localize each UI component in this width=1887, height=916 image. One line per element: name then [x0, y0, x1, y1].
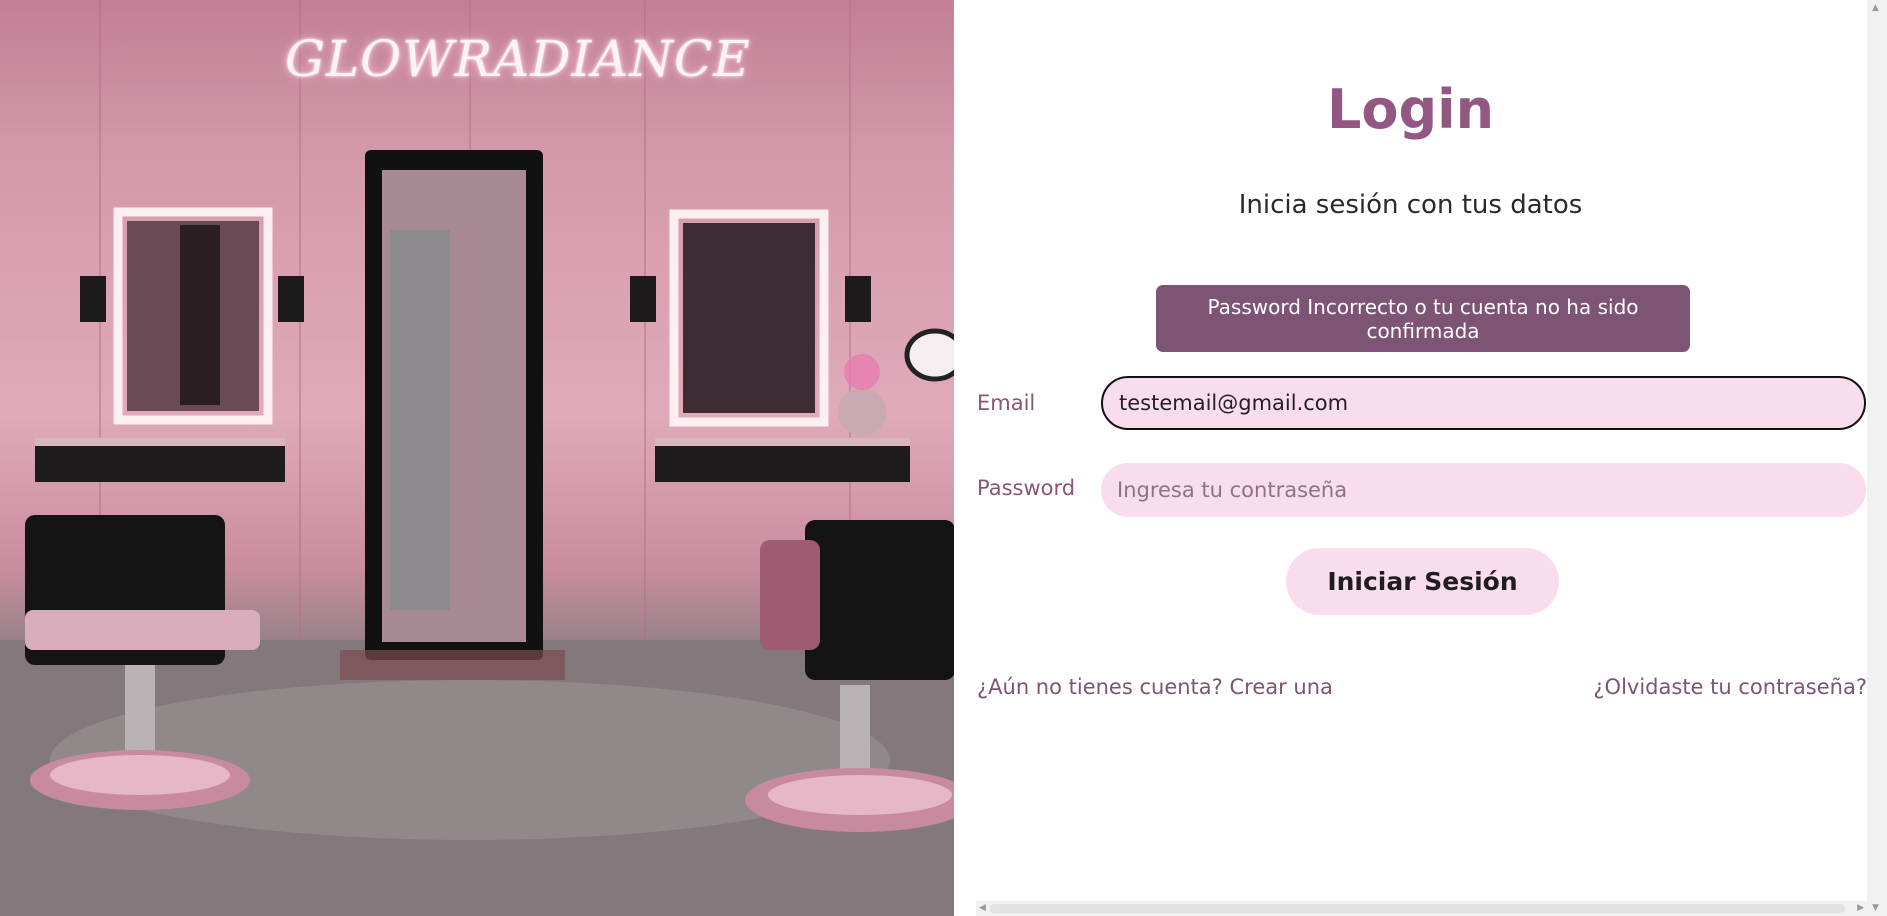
salon-illustration: [0, 0, 954, 916]
login-submit-button[interactable]: Iniciar Sesión: [1286, 548, 1559, 615]
login-page: GLOWRADIANCE Login Inicia sesión con tus…: [0, 0, 1887, 916]
triangle-up-icon[interactable]: ▲: [1872, 3, 1879, 13]
triangle-down-icon[interactable]: ▼: [1872, 903, 1879, 913]
error-alert: Password Incorrecto o tu cuenta no ha si…: [1156, 285, 1690, 352]
salon-hero-image: GLOWRADIANCE: [0, 0, 954, 916]
email-field[interactable]: [1101, 376, 1866, 430]
triangle-left-icon[interactable]: ◀: [979, 903, 986, 913]
email-label: Email: [977, 391, 1036, 415]
vertical-scrollbar[interactable]: ▲ ▼: [1867, 0, 1887, 916]
horizontal-scrollbar-thumb[interactable]: [990, 904, 1845, 913]
page-subtitle: Inicia sesión con tus datos: [1238, 190, 1583, 220]
brand-logo: GLOWRADIANCE: [285, 30, 751, 88]
password-field[interactable]: [1101, 463, 1866, 517]
triangle-right-icon[interactable]: ▶: [1857, 903, 1864, 913]
error-alert-text: Password Incorrecto o tu cuenta no ha si…: [1207, 294, 1639, 343]
login-panel: Login Inicia sesión con tus datos Passwo…: [954, 0, 1867, 916]
horizontal-scrollbar[interactable]: ◀ ▶: [976, 901, 1867, 916]
page-title: Login: [1326, 78, 1495, 141]
forgot-password-link[interactable]: ¿Olvidaste tu contraseña?: [1593, 675, 1867, 699]
password-label: Password: [977, 476, 1076, 500]
register-link[interactable]: ¿Aún no tienes cuenta? Crear una: [977, 675, 1333, 699]
